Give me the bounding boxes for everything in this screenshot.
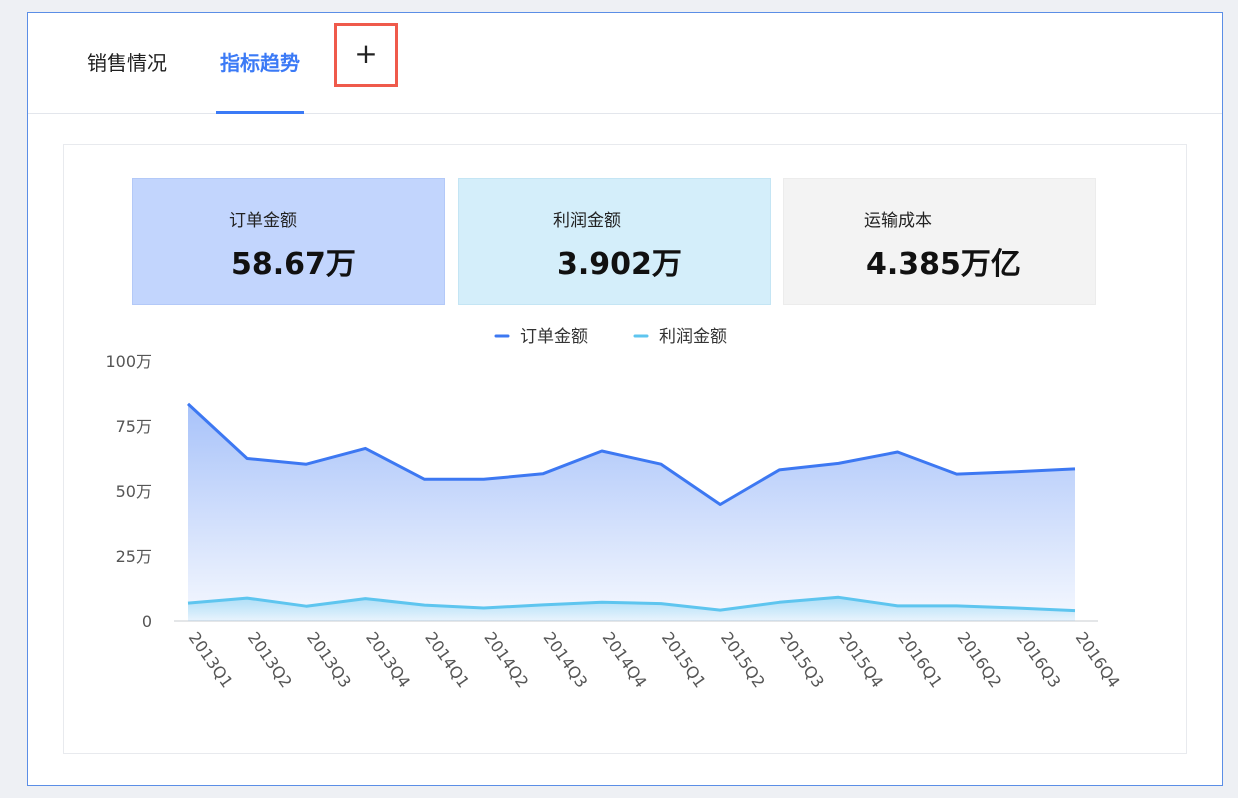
y-tick-label: 100万 bbox=[105, 352, 152, 371]
series-area-1 bbox=[188, 403, 1075, 621]
active-tab-indicator bbox=[216, 111, 304, 114]
legend-label: 利润金额 bbox=[659, 327, 727, 347]
y-tick-label: 50万 bbox=[116, 482, 152, 501]
x-tick-label: 2016Q1 bbox=[894, 628, 946, 691]
x-tick-label: 2016Q2 bbox=[953, 628, 1005, 691]
x-axis: 2013Q1 2013Q2 2013Q3 2013Q4 2014Q1 2014Q2 2014… bbox=[185, 628, 1124, 691]
x-tick-label: 2013Q4 bbox=[362, 628, 414, 691]
x-tick-label: 2016Q4 bbox=[1072, 628, 1124, 691]
plus-icon: + bbox=[354, 37, 378, 70]
x-tick-label: 2015Q4 bbox=[835, 628, 887, 691]
x-tick-label: 2014Q1 bbox=[421, 628, 473, 691]
x-tick-label: 2015Q1 bbox=[658, 628, 710, 691]
plot-area bbox=[186, 402, 1076, 621]
trend-chart: 订单金额 利润金额 025万50万75万100万 2013Q1 2013Q2 2013… bbox=[105, 327, 1124, 691]
x-tick-label: 2013Q1 bbox=[185, 628, 237, 691]
y-tick-label: 0 bbox=[142, 612, 152, 631]
tab-sales[interactable]: 销售情况 bbox=[87, 13, 167, 113]
y-tick-label: 75万 bbox=[116, 417, 152, 436]
x-tick-label: 2015Q2 bbox=[717, 628, 769, 691]
trend-panel: 订单金额 58.67万 利润金额 3.902万 运输成本 4.385万亿 订单金… bbox=[63, 144, 1187, 754]
x-tick-label: 2016Q3 bbox=[1013, 628, 1065, 691]
tab-trend[interactable]: 指标趋势 bbox=[216, 13, 304, 114]
x-tick-label: 2015Q3 bbox=[776, 628, 828, 691]
x-tick-label: 2014Q3 bbox=[540, 628, 592, 691]
x-tick-label: 2013Q3 bbox=[303, 628, 355, 691]
chart-legend: 订单金额 利润金额 bbox=[494, 327, 727, 347]
tab-bar: 销售情况 指标趋势 + bbox=[28, 13, 1222, 114]
tab-trend-label: 指标趋势 bbox=[220, 51, 300, 75]
x-tick-label: 2014Q4 bbox=[599, 628, 651, 691]
dashboard-frame: 销售情况 指标趋势 + 订单金额 58.67万 利润金额 3.902万 运输成本… bbox=[27, 12, 1223, 786]
x-tick-label: 2013Q2 bbox=[244, 628, 296, 691]
add-tab-button[interactable]: + bbox=[334, 23, 398, 87]
legend-label: 订单金额 bbox=[520, 327, 588, 347]
y-tick-label: 25万 bbox=[116, 547, 152, 566]
x-tick-label: 2014Q2 bbox=[480, 628, 532, 691]
